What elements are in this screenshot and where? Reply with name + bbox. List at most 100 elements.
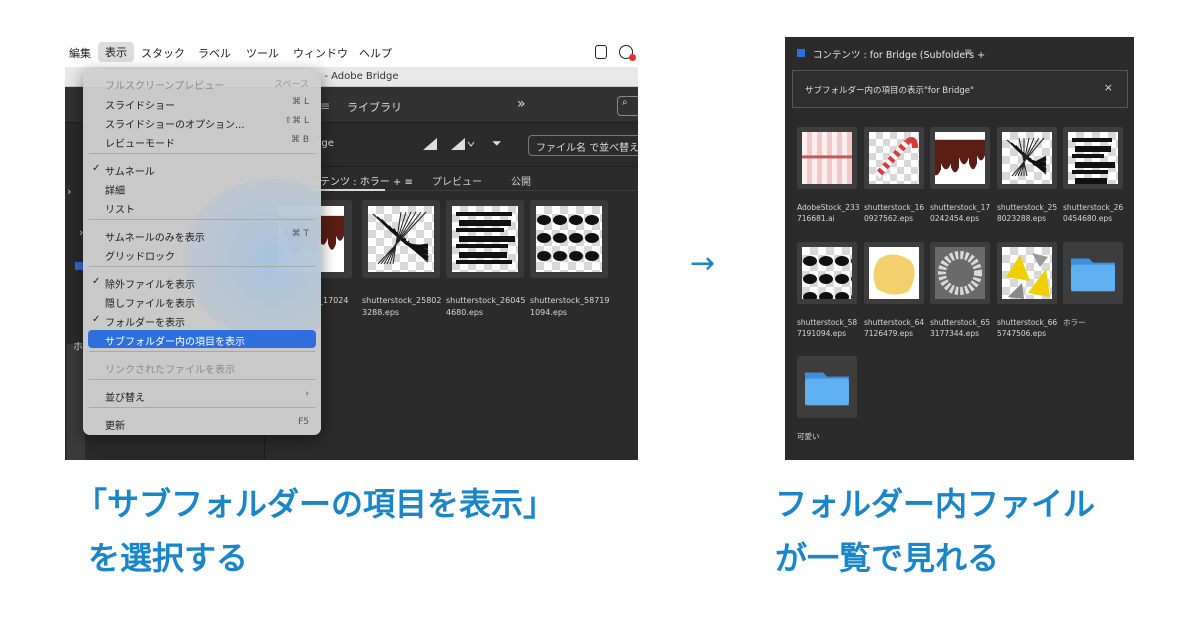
thumbnail-art — [368, 206, 434, 272]
checkmark-icon: ✓ — [92, 314, 101, 325]
quality-icon[interactable] — [422, 137, 438, 151]
thumbnail[interactable] — [530, 200, 608, 278]
menu-item-label: リスト — [105, 205, 135, 216]
panel-color-square — [75, 262, 83, 270]
thumbnail[interactable] — [446, 200, 524, 278]
menu-help[interactable]: ヘルプ — [359, 45, 392, 61]
menu-tools[interactable]: ツール — [246, 45, 279, 61]
thumbnail[interactable] — [930, 127, 990, 189]
menu-item: フルスクリーンプレビュー スペース — [83, 74, 321, 92]
menu-item[interactable]: スライドショー ⌘ L — [83, 94, 321, 112]
thumbnail-art — [802, 132, 852, 184]
menu-item[interactable]: 更新 F5 — [83, 414, 321, 432]
menu-item-label: 除外ファイルを表示 — [105, 280, 195, 291]
thumbnail[interactable] — [797, 127, 857, 189]
view-menu-dropdown: フルスクリーンプレビュー スペーススライドショー ⌘ L スライドショーのオプション.… — [83, 69, 321, 435]
thumbnail[interactable] — [864, 127, 924, 189]
thumbnail-caption: ホラー — [1063, 318, 1086, 327]
subfolder-notice: サブフォルダー内の項目の表示"for Bridge" × — [792, 70, 1128, 108]
menu-separator — [89, 379, 315, 380]
menu-item-label: グリッドロック — [105, 252, 175, 263]
menu-item-label: リンクされたファイルを表示 — [105, 365, 235, 376]
left-screenshot: 編集 表示 スタック ラベル ツール ウィンドウ ヘルプ e - Adobe B… — [65, 37, 638, 460]
menu-item[interactable]: 隠しファイルを表示 — [83, 292, 321, 310]
menu-item-label: スライドショーのオプション... — [105, 120, 245, 131]
creative-cloud-icon[interactable] — [619, 45, 636, 61]
panel-title[interactable]: コンテンツ : for Bridge (Subfolders + — [813, 47, 985, 61]
menu-separator — [89, 219, 315, 220]
thumbnail-art — [452, 206, 518, 272]
menu-item[interactable]: サムネールのみを表示 ⌘ T — [83, 226, 321, 244]
menu-item-shortcut: › — [305, 389, 309, 399]
menu-item-label: 更新 — [105, 421, 125, 432]
thumbnail[interactable] — [997, 242, 1057, 304]
right-screenshot: コンテンツ : for Bridge (Subfolders + ≡ サブフォル… — [785, 37, 1134, 460]
close-icon[interactable]: × — [1104, 81, 1113, 94]
menu-stack[interactable]: スタック — [141, 45, 185, 61]
menu-window[interactable]: ウィンドウ — [293, 45, 348, 61]
menu-view[interactable]: 表示 — [98, 42, 134, 62]
menu-item-label: 並び替え — [105, 393, 145, 404]
menu-item[interactable]: ✓ サムネール — [83, 160, 321, 178]
chevron-double-right-icon[interactable]: » — [517, 96, 526, 112]
menu-item-label: サムネール — [105, 167, 155, 178]
right-caption-line2: が一覧で見れる — [775, 539, 1000, 577]
menu-item-label: スライドショー — [105, 101, 175, 112]
thumbnail-art — [869, 247, 919, 299]
clipboard-icon[interactable] — [595, 45, 607, 59]
menu-item-shortcut: ⌘ B — [290, 135, 309, 145]
tab-publish[interactable]: 公開 — [511, 173, 531, 188]
thumbnail[interactable] — [930, 242, 990, 304]
thumbnail[interactable] — [1063, 127, 1123, 189]
menu-item[interactable]: 詳細 — [83, 179, 321, 197]
menu-item[interactable]: スライドショーのオプション... ⇧⌘ L — [83, 113, 321, 131]
menu-item-shortcut: ⇧⌘ L — [284, 116, 309, 126]
menu-item-label: サムネールのみを表示 — [105, 233, 205, 244]
content-panel-header: コンテンツ : for Bridge (Subfolders + ≡ — [785, 37, 1134, 67]
menu-item-label: サブフォルダー内の項目を表示 — [105, 337, 245, 348]
tab-preview[interactable]: プレビュー — [432, 173, 482, 188]
panel-item-label[interactable]: ホ — [73, 338, 83, 353]
menu-edit[interactable]: 編集 — [69, 45, 91, 61]
thumbnail[interactable] — [997, 127, 1057, 189]
sort-dropdown[interactable]: ファイル名 で並べ替え — [528, 135, 638, 156]
notice-text: サブフォルダー内の項目の表示"for Bridge" — [805, 86, 974, 96]
thumbnail-caption: shutterstock_258023288.eps — [997, 203, 1058, 223]
hamburger-icon[interactable]: ≡ — [320, 99, 330, 113]
filter-icon[interactable]: ⏷ — [492, 136, 502, 151]
hamburger-icon[interactable]: ≡ — [964, 47, 972, 58]
menu-item[interactable]: グリッドロック — [83, 245, 321, 263]
folder-icon — [805, 372, 849, 406]
thumbnail-art — [935, 247, 985, 299]
menu-item-shortcut: F5 — [298, 417, 309, 427]
menu-item[interactable]: レビューモード ⌘ B — [83, 132, 321, 150]
thumbnail[interactable] — [797, 242, 857, 304]
active-tab-underline — [310, 189, 385, 191]
menu-item[interactable]: サブフォルダー内の項目を表示 — [88, 330, 316, 348]
chevron-right-icon[interactable]: › — [67, 185, 71, 198]
thumbnail-caption: shutterstock_647126479.eps — [864, 318, 925, 338]
menu-item[interactable]: ✓ フォルダーを表示 — [83, 311, 321, 329]
search-icon[interactable]: ⌕ — [617, 96, 638, 116]
folder-icon — [1071, 258, 1115, 292]
menu-item-label: 隠しファイルを表示 — [105, 299, 195, 310]
rating-filter-icon[interactable] — [450, 137, 476, 151]
menu-item-label: フルスクリーンプレビュー — [105, 81, 225, 92]
folder-thumbnail[interactable] — [797, 356, 857, 418]
right-caption-line1: フォルダー内ファイル — [775, 485, 1096, 523]
thumbnail-art — [1002, 132, 1052, 184]
window-title: e - Adobe Bridge — [315, 71, 399, 82]
menu-item-shortcut: ⌘ L — [292, 97, 309, 107]
menu-item[interactable]: 並び替え › — [83, 386, 321, 404]
thumbnail[interactable] — [362, 200, 440, 278]
menu-item[interactable]: ✓ 除外ファイルを表示 — [83, 273, 321, 291]
arrow-right-icon: → — [690, 246, 716, 281]
tab-library[interactable]: ライブラリ — [347, 99, 402, 115]
menu-separator — [89, 351, 315, 352]
checkmark-icon: ✓ — [92, 276, 101, 287]
tab-contents[interactable]: ンテンツ : ホラー + ≡ — [310, 173, 413, 188]
menu-item[interactable]: リスト — [83, 198, 321, 216]
thumbnail[interactable] — [864, 242, 924, 304]
folder-thumbnail[interactable] — [1063, 242, 1123, 304]
menu-label[interactable]: ラベル — [198, 45, 231, 61]
